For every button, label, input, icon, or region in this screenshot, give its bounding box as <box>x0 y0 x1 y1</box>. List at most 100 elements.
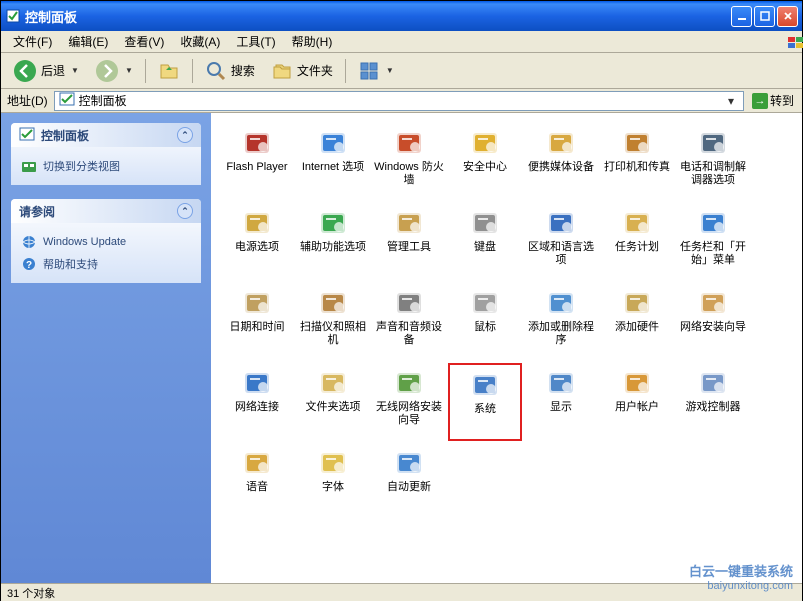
help-icon: ? <box>21 256 37 272</box>
content-area: 控制面板 ⌃ 切换到分类视图 请参阅 ⌃ Windows Update <box>1 113 802 583</box>
link-help-support[interactable]: ? 帮助和支持 <box>21 253 191 275</box>
icon-label: 网络连接 <box>235 401 279 414</box>
game-controllers-icon <box>697 367 729 399</box>
icon-taskbar-start[interactable]: 任务栏和「开始」菜单 <box>676 203 750 281</box>
toolbar-separator <box>345 59 346 83</box>
minimize-button[interactable] <box>731 6 752 27</box>
icon-label: 任务计划 <box>615 241 659 254</box>
menu-tools[interactable]: 工具(T) <box>228 31 283 52</box>
icon-label: 电话和调制解调器选项 <box>678 161 748 187</box>
menu-favorites[interactable]: 收藏(A) <box>172 31 228 52</box>
search-label: 搜索 <box>231 62 255 79</box>
icon-wireless-network[interactable]: 无线网络安装向导 <box>372 363 446 441</box>
watermark-line1: 白云一键重装系统 <box>689 565 793 579</box>
panel-header[interactable]: 控制面板 ⌃ <box>11 123 201 147</box>
windows-firewall-icon <box>393 127 425 159</box>
add-remove-programs-icon <box>545 287 577 319</box>
address-input[interactable]: 控制面板 ▾ <box>54 91 744 111</box>
menubar: 文件(F) 编辑(E) 查看(V) 收藏(A) 工具(T) 帮助(H) <box>1 31 802 53</box>
icon-windows-firewall[interactable]: Windows 防火墙 <box>372 123 446 201</box>
internet-options-icon <box>317 127 349 159</box>
folders-button[interactable]: 文件夹 <box>265 57 339 85</box>
panel-title: 控制面板 <box>41 127 89 144</box>
icon-grid: Flash Player Internet 选项Windows 防火墙安全中心便携… <box>219 123 794 523</box>
icon-portable-media[interactable]: 便携媒体设备 <box>524 123 598 201</box>
search-button[interactable]: 搜索 <box>199 57 261 85</box>
back-dropdown-icon: ▼ <box>71 66 79 75</box>
speech-icon <box>241 447 273 479</box>
menu-view[interactable]: 查看(V) <box>116 31 172 52</box>
icon-internet-options[interactable]: Internet 选项 <box>296 123 370 201</box>
panel-body: 切换到分类视图 <box>11 147 201 185</box>
up-button[interactable] <box>152 57 186 85</box>
regional-language-icon <box>545 207 577 239</box>
menu-help[interactable]: 帮助(H) <box>284 31 341 52</box>
icon-scheduled-tasks[interactable]: 任务计划 <box>600 203 674 281</box>
windows-flag-icon <box>778 33 798 49</box>
maximize-button[interactable] <box>754 6 775 27</box>
icon-user-accounts[interactable]: 用户帐户 <box>600 363 674 441</box>
icon-speech[interactable]: 语音 <box>220 443 294 521</box>
wireless-network-icon <box>393 367 425 399</box>
icon-fonts[interactable]: 字体 <box>296 443 370 521</box>
side-panel: 控制面板 ⌃ 切换到分类视图 请参阅 ⌃ Windows Update <box>1 113 211 583</box>
icon-flash-player[interactable]: Flash Player <box>220 123 294 201</box>
statusbar: 31 个对象 <box>1 583 802 601</box>
panel-header[interactable]: 请参阅 ⌃ <box>11 199 201 223</box>
collapse-icon[interactable]: ⌃ <box>177 127 193 143</box>
close-button[interactable] <box>777 6 798 27</box>
icon-sounds-audio[interactable]: 声音和音频设备 <box>372 283 446 361</box>
status-text: 31 个对象 <box>7 585 55 601</box>
menu-edit[interactable]: 编辑(E) <box>60 31 116 52</box>
menu-file[interactable]: 文件(F) <box>5 31 60 52</box>
icon-label: 游戏控制器 <box>686 401 741 414</box>
icon-scanners-cameras[interactable]: 扫描仪和照相机 <box>296 283 370 361</box>
icon-add-hardware[interactable]: 添加硬件 <box>600 283 674 361</box>
icon-display[interactable]: 显示 <box>524 363 598 441</box>
automatic-updates-icon <box>393 447 425 479</box>
link-category-view[interactable]: 切换到分类视图 <box>21 155 191 177</box>
link-label: 帮助和支持 <box>43 256 98 272</box>
addressbar: 地址(D) 控制面板 ▾ → 转到 <box>1 89 802 113</box>
icon-add-remove-programs[interactable]: 添加或删除程序 <box>524 283 598 361</box>
icon-network-setup[interactable]: 网络安装向导 <box>676 283 750 361</box>
search-icon <box>205 60 227 82</box>
accessibility-icon <box>317 207 349 239</box>
icon-accessibility[interactable]: 辅助功能选项 <box>296 203 370 281</box>
icon-system[interactable]: 系统 <box>448 363 522 441</box>
icon-label: 添加或删除程序 <box>526 321 596 347</box>
icon-label: 用户帐户 <box>615 401 659 414</box>
link-label: Windows Update <box>43 236 126 248</box>
icon-mouse[interactable]: 鼠标 <box>448 283 522 361</box>
icon-automatic-updates[interactable]: 自动更新 <box>372 443 446 521</box>
collapse-icon[interactable]: ⌃ <box>177 203 193 219</box>
go-button[interactable]: → 转到 <box>748 92 798 109</box>
icon-phone-modem[interactable]: 电话和调制解调器选项 <box>676 123 750 201</box>
icon-network-connections[interactable]: 网络连接 <box>220 363 294 441</box>
icon-label: 文件夹选项 <box>306 401 361 414</box>
icon-date-time[interactable]: 日期和时间 <box>220 283 294 361</box>
icon-label: 语音 <box>246 481 268 494</box>
back-button[interactable]: 后退 ▼ <box>7 56 85 86</box>
views-icon <box>358 60 380 82</box>
icon-security-center[interactable]: 安全中心 <box>448 123 522 201</box>
folders-label: 文件夹 <box>297 62 333 79</box>
forward-button[interactable]: ▼ <box>89 56 139 86</box>
icon-label: 任务栏和「开始」菜单 <box>678 241 748 267</box>
link-windows-update[interactable]: Windows Update <box>21 231 191 253</box>
titlebar: 控制面板 <box>1 1 802 31</box>
address-dropdown-icon[interactable]: ▾ <box>723 94 739 108</box>
icon-regional-language[interactable]: 区域和语言选项 <box>524 203 598 281</box>
icon-printers-fax[interactable]: 打印机和传真 <box>600 123 674 201</box>
icon-game-controllers[interactable]: 游戏控制器 <box>676 363 750 441</box>
security-center-icon <box>469 127 501 159</box>
icon-folder-options[interactable]: 文件夹选项 <box>296 363 370 441</box>
views-button[interactable]: ▼ <box>352 57 400 85</box>
icon-label: 添加硬件 <box>615 321 659 334</box>
icon-label: Flash Player <box>226 161 287 174</box>
icon-admin-tools[interactable]: 管理工具 <box>372 203 446 281</box>
display-icon <box>545 367 577 399</box>
icon-power-options[interactable]: 电源选项 <box>220 203 294 281</box>
icon-keyboard[interactable]: 键盘 <box>448 203 522 281</box>
watermark-line2: baiyunxitong.com <box>689 579 793 593</box>
